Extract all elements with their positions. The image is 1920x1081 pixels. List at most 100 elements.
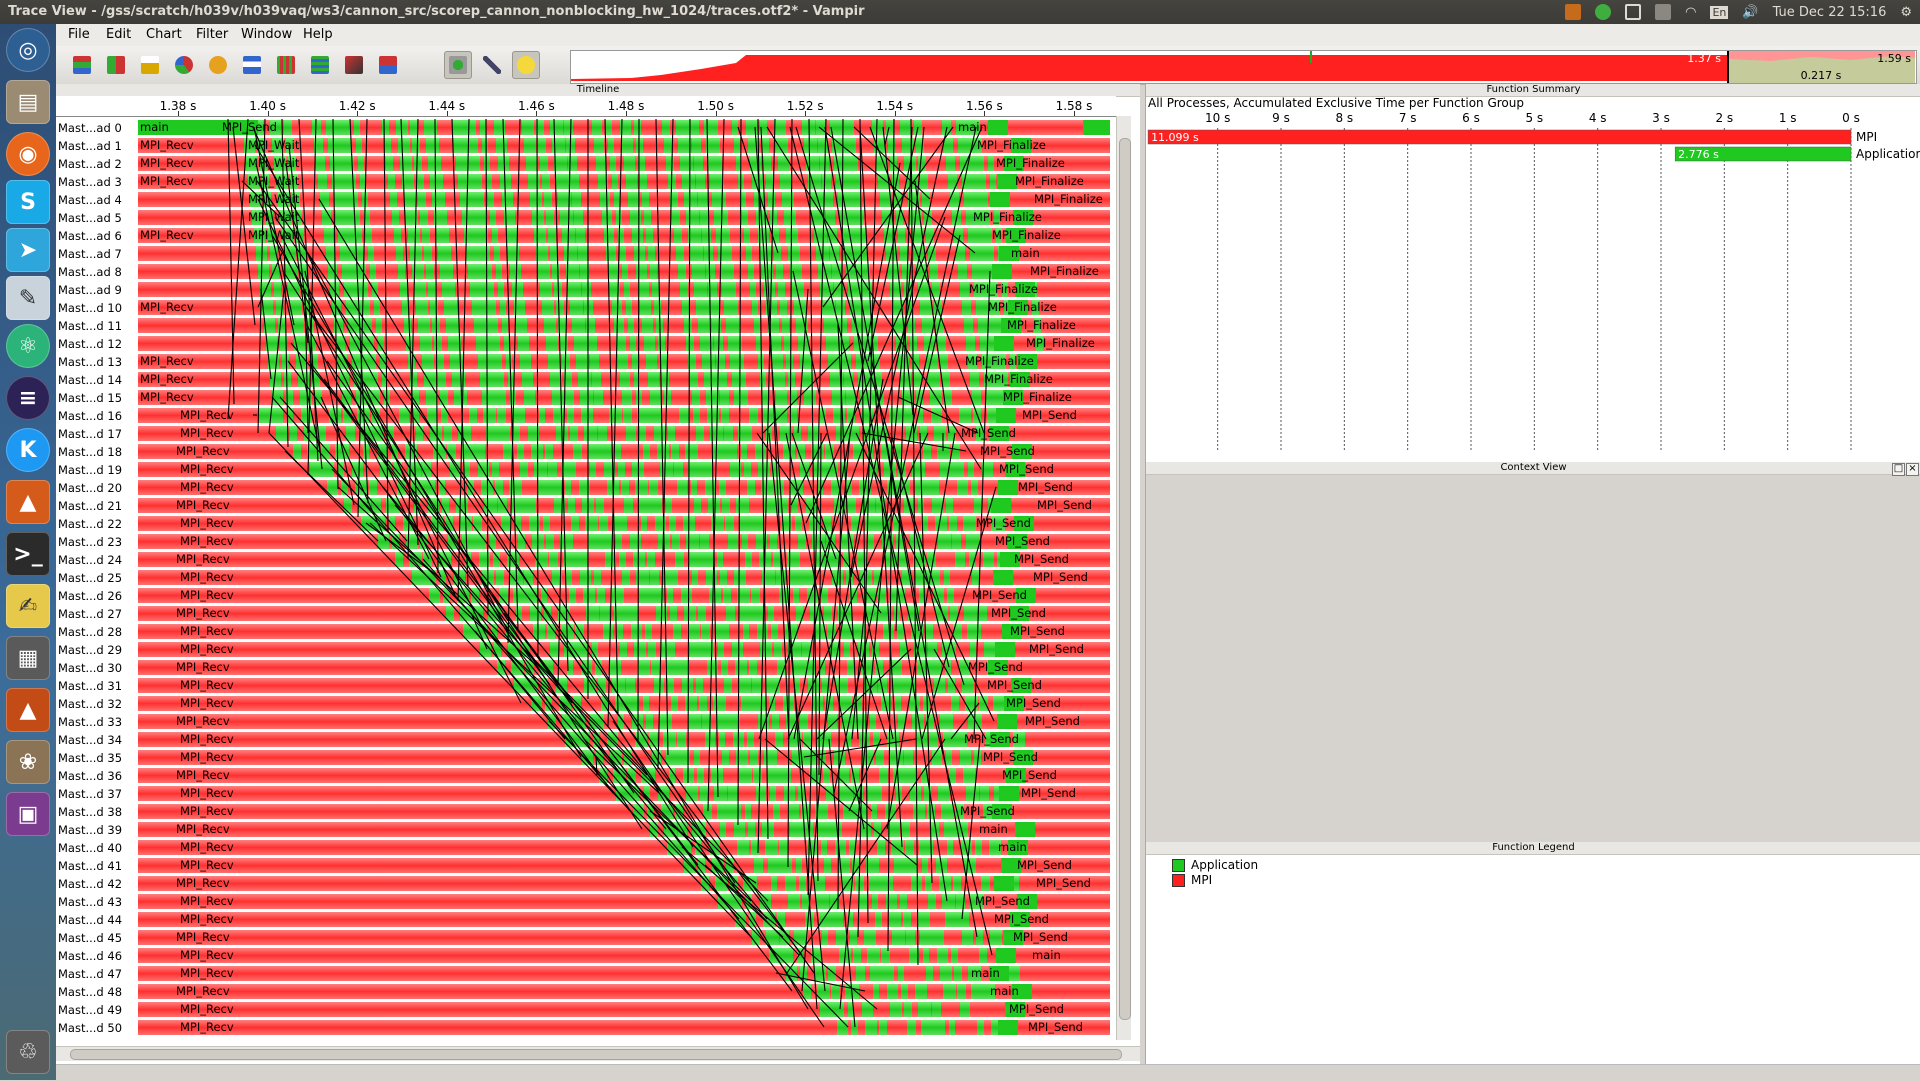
- process-label[interactable]: Mast...d 22: [58, 517, 122, 531]
- skype-icon[interactable]: S: [6, 180, 50, 224]
- process-label[interactable]: Mast...d 27: [58, 607, 122, 621]
- process-label[interactable]: Mast...d 15: [58, 391, 122, 405]
- close-icon[interactable]: ×: [1906, 463, 1919, 476]
- process-label[interactable]: Mast...d 11: [58, 319, 122, 333]
- timeline-icon[interactable]: [68, 51, 96, 79]
- call-tree-icon[interactable]: [340, 51, 368, 79]
- process-label[interactable]: Mast...d 48: [58, 985, 122, 999]
- timeline-horizontal-scrollbar[interactable]: [56, 1046, 1140, 1061]
- io-icon[interactable]: [306, 51, 334, 79]
- process-label[interactable]: Mast...d 42: [58, 877, 122, 891]
- process-label[interactable]: Mast...d 10: [58, 301, 122, 315]
- notes-tray-icon[interactable]: [1625, 4, 1642, 20]
- menu-edit[interactable]: Edit: [106, 27, 131, 42]
- process-label[interactable]: Mast...d 47: [58, 967, 122, 981]
- process-label[interactable]: Mast...d 43: [58, 895, 122, 909]
- calculator-icon[interactable]: ▦: [6, 636, 50, 680]
- process-label[interactable]: Mast...d 12: [58, 337, 122, 351]
- process-label[interactable]: Mast...d 44: [58, 913, 122, 927]
- process-label[interactable]: Mast...d 49: [58, 1003, 122, 1017]
- process-label[interactable]: Mast...d 13: [58, 355, 122, 369]
- process-label[interactable]: Mast...d 16: [58, 409, 122, 423]
- update-ok-icon[interactable]: [1595, 4, 1612, 20]
- terminal-icon[interactable]: >_: [6, 532, 50, 576]
- process-label[interactable]: Mast...ad 6: [58, 229, 122, 243]
- process-label[interactable]: Mast...d 35: [58, 751, 122, 765]
- trash-icon[interactable]: ♲: [6, 1030, 50, 1074]
- process-label[interactable]: Mast...d 38: [58, 805, 122, 819]
- process-label[interactable]: Mast...d 21: [58, 499, 122, 513]
- scroll-thumb[interactable]: [70, 1049, 1122, 1060]
- dash-icon[interactable]: ◎: [6, 28, 50, 72]
- master-timeline-icon[interactable]: [374, 51, 402, 79]
- process-label[interactable]: Mast...d 41: [58, 859, 122, 873]
- notes-icon[interactable]: ✍: [6, 584, 50, 628]
- process-label[interactable]: Mast...d 29: [58, 643, 122, 657]
- keyboard-layout[interactable]: En: [1710, 5, 1729, 19]
- wifi-icon[interactable]: ◠: [1685, 5, 1696, 20]
- process-row[interactable]: [138, 624, 1110, 639]
- atom-icon[interactable]: ⚛: [6, 324, 50, 368]
- gimp-icon[interactable]: ❀: [6, 740, 50, 784]
- message-matrix-icon[interactable]: [272, 51, 300, 79]
- process-label[interactable]: Mast...d 46: [58, 949, 122, 963]
- menu-chart[interactable]: Chart: [146, 27, 182, 42]
- process-label[interactable]: Mast...ad 1: [58, 139, 122, 153]
- process-label[interactable]: Mast...d 18: [58, 445, 122, 459]
- function-summary-icon[interactable]: [204, 51, 232, 79]
- process-label[interactable]: Mast...d 30: [58, 661, 122, 675]
- matlab2-icon[interactable]: ▲: [6, 688, 50, 732]
- eclipse-icon[interactable]: ≡: [6, 376, 50, 420]
- summary-bar-mpi[interactable]: [1147, 129, 1852, 145]
- undock-icon[interactable]: □: [1892, 463, 1905, 476]
- firefox-icon[interactable]: ◉: [6, 132, 50, 176]
- counter-icon[interactable]: [136, 51, 164, 79]
- legend-item-mpi[interactable]: MPI: [1172, 873, 1212, 887]
- process-label[interactable]: Mast...d 39: [58, 823, 122, 837]
- process-row[interactable]: [138, 966, 1110, 981]
- process-label[interactable]: Mast...d 37: [58, 787, 122, 801]
- process-row[interactable]: [138, 534, 1110, 549]
- process-label[interactable]: Mast...d 31: [58, 679, 122, 693]
- process-label[interactable]: Mast...d 50: [58, 1021, 122, 1035]
- process-label[interactable]: Mast...d 20: [58, 481, 122, 495]
- scroll-thumb[interactable]: [1119, 138, 1131, 1020]
- menu-window[interactable]: Window: [241, 27, 292, 42]
- process-label[interactable]: Mast...d 36: [58, 769, 122, 783]
- process-label[interactable]: Mast...d 26: [58, 589, 122, 603]
- menu-help[interactable]: Help: [303, 27, 333, 42]
- process-label[interactable]: Mast...d 17: [58, 427, 122, 441]
- legend-item-application[interactable]: Application: [1172, 858, 1258, 872]
- hint-icon[interactable]: [512, 51, 540, 79]
- dropbox-icon[interactable]: [1655, 4, 1672, 20]
- process-label[interactable]: Mast...d 14: [58, 373, 122, 387]
- process-row[interactable]: [138, 1020, 1110, 1035]
- settings-icon[interactable]: [478, 51, 506, 79]
- clock[interactable]: Tue Dec 22 15:16: [1773, 5, 1887, 20]
- process-label[interactable]: Mast...d 32: [58, 697, 122, 711]
- process-label[interactable]: Mast...ad 2: [58, 157, 122, 171]
- process-row[interactable]: [138, 444, 1110, 459]
- process-label[interactable]: Mast...ad 0: [58, 121, 122, 135]
- overview-timeline[interactable]: 1.37 s 1.59 s 0.217 s: [570, 50, 1917, 84]
- process-label[interactable]: Mast...ad 5: [58, 211, 122, 225]
- workspace-icon[interactable]: ▣: [6, 792, 50, 836]
- process-label[interactable]: Mast...d 34: [58, 733, 122, 747]
- text-editor-icon[interactable]: ✎: [6, 276, 50, 320]
- process-label[interactable]: Mast...d 25: [58, 571, 122, 585]
- process-label[interactable]: Mast...ad 8: [58, 265, 122, 279]
- function-summary-chart[interactable]: 10 s 9 s 8 s 7 s 6 s 5 s 4 s 3 s 2 s 1 s 0 s 11.099…: [1146, 110, 1920, 460]
- process-label[interactable]: Mast...d 45: [58, 931, 122, 945]
- process-summary-icon[interactable]: [238, 51, 266, 79]
- process-label[interactable]: Mast...ad 9: [58, 283, 122, 297]
- kde-icon[interactable]: K: [6, 428, 50, 472]
- process-label[interactable]: Mast...d 19: [58, 463, 122, 477]
- volume-icon[interactable]: 🔊: [1742, 5, 1758, 20]
- process-row[interactable]: [138, 876, 1110, 891]
- timeline-chart[interactable]: main MPI_Recv MPI_Recv MPI_Recv MPI_Recv MPI_…: [138, 119, 1110, 1039]
- process-label[interactable]: Mast...ad 4: [58, 193, 122, 207]
- overview-chart[interactable]: 1.37 s 1.59 s 0.217 s: [571, 51, 1916, 83]
- menu-file[interactable]: File: [68, 27, 90, 42]
- process-row[interactable]: [138, 948, 1110, 963]
- matlab-icon[interactable]: ▲: [6, 480, 50, 524]
